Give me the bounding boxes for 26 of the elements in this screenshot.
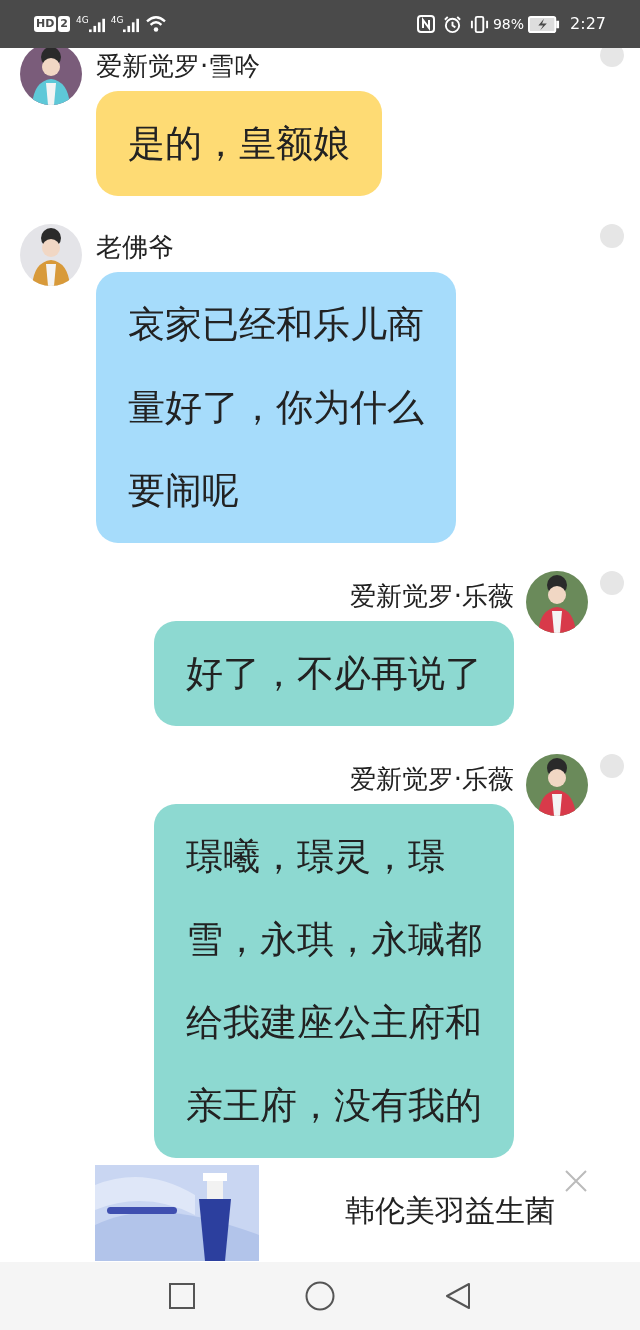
network-label: 4G (110, 15, 124, 25)
vibrate-icon (469, 14, 489, 34)
hd-badge: HD (34, 16, 57, 32)
nfc-icon (416, 15, 435, 33)
close-icon[interactable] (564, 1169, 588, 1193)
message-bubble: 璟曦，璟灵，璟 雪，永琪，永瑊都 给我建座公主府和 亲王府，没有我的 (154, 804, 514, 1158)
ad-title: 韩伦美羽益生菌 (345, 1192, 555, 1230)
battery-charging-icon (528, 15, 561, 33)
network-label: 4G (76, 15, 89, 25)
signal-icon (123, 17, 140, 33)
message-bubble: 是的，皇额娘 (96, 91, 382, 196)
wifi-icon (145, 15, 168, 33)
home-icon[interactable] (305, 1281, 335, 1311)
signal-icon (88, 17, 105, 33)
sender-name: 爱新觉罗·乐薇 (349, 581, 514, 611)
sim-badge: 2 (58, 16, 70, 32)
message-bubble: 好了，不必再说了 (154, 621, 514, 726)
back-icon[interactable] (445, 1282, 471, 1310)
clock: 2:27 (570, 13, 606, 35)
sender-name: 老佛爷 (96, 232, 175, 262)
sender-name: 爱新觉罗·雪吟 (96, 51, 262, 81)
message-bubble: 哀家已经和乐儿商 量好了，你为什么 要闹呢 (96, 272, 456, 543)
alarm-icon (442, 14, 462, 34)
sender-name: 爱新觉罗·乐薇 (349, 764, 514, 794)
battery-percent: 98% (492, 14, 525, 34)
square-icon[interactable] (169, 1283, 195, 1309)
